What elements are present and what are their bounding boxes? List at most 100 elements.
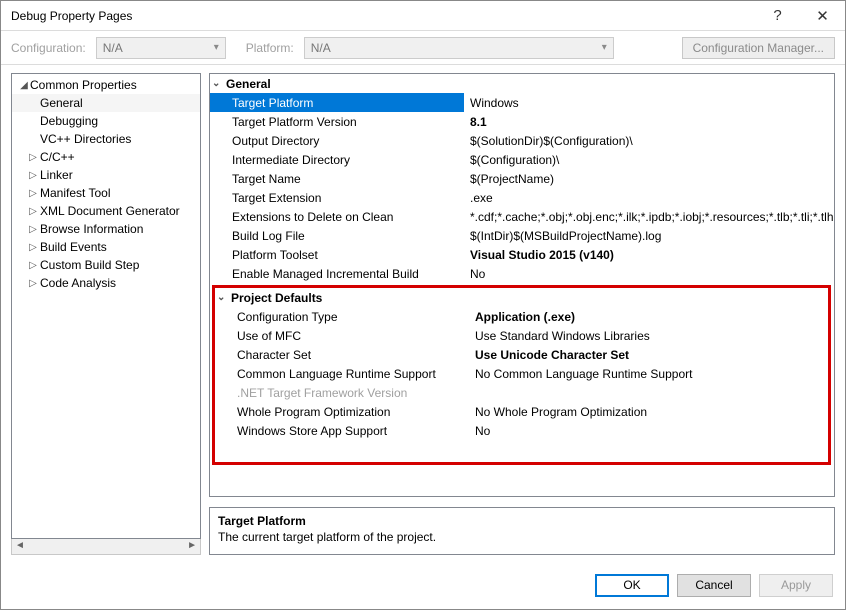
property-value[interactable]: $(Configuration)\ xyxy=(464,150,834,169)
property-grid[interactable]: ⌄GeneralTarget PlatformWindowsTarget Pla… xyxy=(209,73,835,497)
tree-item-label: Custom Build Step xyxy=(40,258,139,272)
property-row[interactable]: Extensions to Delete on Clean*.cdf;*.cac… xyxy=(210,207,834,226)
expand-icon: ▷ xyxy=(26,170,40,181)
section-title: Project Defaults xyxy=(231,291,322,305)
tree-scrollbar[interactable] xyxy=(11,539,201,555)
property-value[interactable]: No xyxy=(469,421,828,440)
tree-item[interactable]: ▷Custom Build Step xyxy=(12,256,200,274)
property-value[interactable]: Windows xyxy=(464,93,834,112)
section-title: General xyxy=(226,77,271,91)
help-button[interactable]: ? xyxy=(755,1,800,31)
expand-icon: ▷ xyxy=(26,260,40,271)
property-value[interactable]: No xyxy=(464,264,834,283)
tree-item[interactable]: ▷XML Document Generator xyxy=(12,202,200,220)
property-value[interactable]: $(IntDir)$(MSBuildProjectName).log xyxy=(464,226,834,245)
platform-label: Platform: xyxy=(246,41,294,55)
property-row[interactable]: Character SetUse Unicode Character Set xyxy=(215,345,828,364)
tree-item[interactable]: ▷C/C++ xyxy=(12,148,200,166)
tree-item-label: VC++ Directories xyxy=(40,132,131,146)
property-value[interactable]: 8.1 xyxy=(464,112,834,131)
button-row: OK Cancel Apply xyxy=(1,561,845,609)
description-text: The current target platform of the proje… xyxy=(218,530,826,544)
tree-item-label: Code Analysis xyxy=(40,276,116,290)
property-key: Platform Toolset xyxy=(210,245,464,264)
tree-item[interactable]: ▷Linker xyxy=(12,166,200,184)
property-key: Whole Program Optimization xyxy=(215,402,469,421)
property-row[interactable]: Whole Program OptimizationNo Whole Progr… xyxy=(215,402,828,421)
tree-item-label: Browse Information xyxy=(40,222,143,236)
configuration-label: Configuration: xyxy=(11,41,86,55)
expand-icon: ▷ xyxy=(26,278,40,289)
description-title: Target Platform xyxy=(218,514,826,528)
property-row[interactable]: Use of MFCUse Standard Windows Libraries xyxy=(215,326,828,345)
property-row[interactable]: .NET Target Framework Version xyxy=(215,383,828,402)
property-key: Target Extension xyxy=(210,188,464,207)
ok-button[interactable]: OK xyxy=(595,574,669,597)
property-key: Common Language Runtime Support xyxy=(215,364,469,383)
property-key: Target Platform Version xyxy=(210,112,464,131)
tree-item[interactable]: VC++ Directories xyxy=(12,130,200,148)
section-header[interactable]: ⌄Project Defaults xyxy=(215,288,828,307)
property-row[interactable]: Intermediate Directory$(Configuration)\ xyxy=(210,150,834,169)
property-tree[interactable]: ◢Common PropertiesGeneral Debugging VC++ D… xyxy=(11,73,201,539)
property-row[interactable]: Target Platform Version8.1 xyxy=(210,112,834,131)
property-row[interactable]: Platform ToolsetVisual Studio 2015 (v140… xyxy=(210,245,834,264)
property-value[interactable]: Use Standard Windows Libraries xyxy=(469,326,828,345)
tree-item-label: C/C++ xyxy=(40,150,75,164)
property-row[interactable]: Target PlatformWindows xyxy=(210,93,834,112)
property-value[interactable]: .exe xyxy=(464,188,834,207)
property-value[interactable]: Visual Studio 2015 (v140) xyxy=(464,245,834,264)
configuration-combo[interactable]: N/A▾ xyxy=(96,37,226,59)
property-row[interactable]: Enable Managed Incremental BuildNo xyxy=(210,264,834,283)
expand-icon: ▷ xyxy=(26,242,40,253)
property-key: Character Set xyxy=(215,345,469,364)
property-key: Output Directory xyxy=(210,131,464,150)
tree-item[interactable]: General xyxy=(12,94,200,112)
tree-item[interactable]: ▷Build Events xyxy=(12,238,200,256)
tree-item[interactable]: Debugging xyxy=(12,112,200,130)
tree-item[interactable]: ▷Browse Information xyxy=(12,220,200,238)
property-row[interactable]: Output Directory$(SolutionDir)$(Configur… xyxy=(210,131,834,150)
tree-item[interactable]: ▷Code Analysis xyxy=(12,274,200,292)
property-key: .NET Target Framework Version xyxy=(215,383,469,402)
expand-icon: ▷ xyxy=(26,206,40,217)
property-value[interactable]: No Common Language Runtime Support xyxy=(469,364,828,383)
property-value[interactable]: $(SolutionDir)$(Configuration)\ xyxy=(464,131,834,150)
property-row[interactable]: Common Language Runtime SupportNo Common… xyxy=(215,364,828,383)
property-key: Use of MFC xyxy=(215,326,469,345)
section-header[interactable]: ⌄General xyxy=(210,74,834,93)
property-value[interactable]: Application (.exe) xyxy=(469,307,828,326)
platform-combo[interactable]: N/A▾ xyxy=(304,37,614,59)
close-button[interactable]: ✕ xyxy=(800,1,845,31)
tree-item[interactable]: ▷Manifest Tool xyxy=(12,184,200,202)
property-row[interactable]: Build Log File$(IntDir)$(MSBuildProjectN… xyxy=(210,226,834,245)
tree-item-label: Linker xyxy=(40,168,73,182)
apply-button[interactable]: Apply xyxy=(759,574,833,597)
property-row[interactable]: Target Extension.exe xyxy=(210,188,834,207)
titlebar: Debug Property Pages ? ✕ xyxy=(1,1,845,31)
collapse-icon: ⌄ xyxy=(217,292,231,303)
property-row[interactable]: Target Name$(ProjectName) xyxy=(210,169,834,188)
chevron-down-icon: ▾ xyxy=(602,42,607,53)
tree-item-label: Manifest Tool xyxy=(40,186,110,200)
tree-root[interactable]: ◢Common Properties xyxy=(12,76,200,94)
property-row[interactable]: Configuration TypeApplication (.exe) xyxy=(215,307,828,326)
property-row[interactable]: Windows Store App SupportNo xyxy=(215,421,828,440)
property-key: Configuration Type xyxy=(215,307,469,326)
property-value[interactable]: Use Unicode Character Set xyxy=(469,345,828,364)
property-key: Target Platform xyxy=(210,93,464,112)
right-pane: ⌄GeneralTarget PlatformWindowsTarget Pla… xyxy=(209,73,835,555)
configuration-manager-button[interactable]: Configuration Manager... xyxy=(682,37,835,59)
property-key: Extensions to Delete on Clean xyxy=(210,207,464,226)
tree-item-label: XML Document Generator xyxy=(40,204,180,218)
property-value[interactable]: *.cdf;*.cache;*.obj;*.obj.enc;*.ilk;*.ip… xyxy=(464,207,834,226)
property-key: Enable Managed Incremental Build xyxy=(210,264,464,283)
property-value[interactable]: No Whole Program Optimization xyxy=(469,402,828,421)
property-value[interactable] xyxy=(469,383,828,402)
dialog-body: ◢Common PropertiesGeneralDebuggingVC++ D… xyxy=(1,65,845,561)
expand-icon: ▷ xyxy=(26,188,40,199)
expand-icon: ▷ xyxy=(26,152,40,163)
property-value[interactable]: $(ProjectName) xyxy=(464,169,834,188)
tree-item-label: Debugging xyxy=(40,114,98,128)
cancel-button[interactable]: Cancel xyxy=(677,574,751,597)
